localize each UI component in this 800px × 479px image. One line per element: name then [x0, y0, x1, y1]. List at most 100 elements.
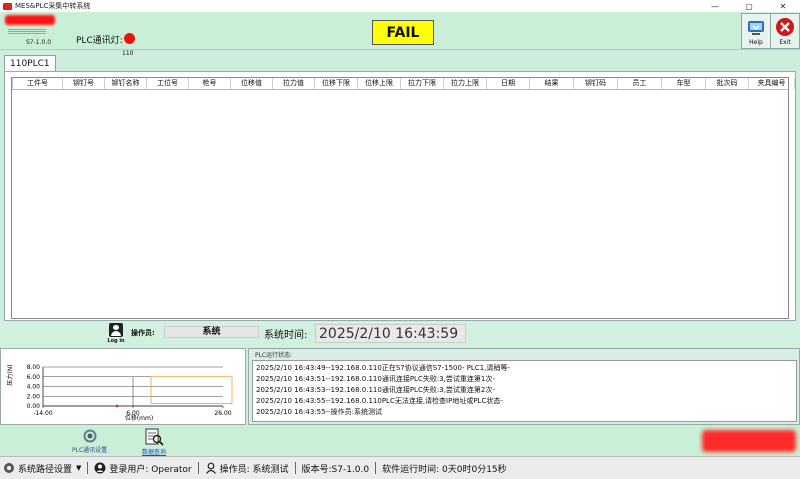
column-header[interactable]: 位移值	[231, 78, 273, 89]
divider	[294, 462, 296, 474]
operator-icon	[205, 462, 216, 474]
column-header[interactable]: 铆钉码	[574, 78, 618, 89]
gear-icon	[83, 429, 97, 443]
exit-button[interactable]: Exit	[770, 13, 800, 49]
chart-ylabel: 压力(N)	[6, 364, 14, 385]
column-header[interactable]: 拉力上限	[444, 78, 487, 89]
version-text: 版本号:S7-1.0.0	[301, 464, 370, 475]
log-line: 2025/2/10 16:43:55--操作员:系统测试	[256, 408, 382, 416]
column-header[interactable]: 车型	[662, 78, 706, 89]
column-header[interactable]: 铆钉名称	[105, 78, 147, 89]
document-search-icon	[145, 428, 164, 446]
data-query-label: 数据查询	[142, 449, 167, 456]
statusbar: 系统路径设置 ▼ 登录用户: Operator 操作员: 系统测试 版本号:S7…	[0, 456, 800, 479]
column-header[interactable]: 夹具编号	[749, 78, 795, 89]
window-title: MES&PLC采集中转系统	[15, 2, 91, 10]
login-label: Log in	[107, 338, 125, 344]
plc-light-code: 110	[122, 50, 134, 57]
app-icon	[3, 2, 12, 10]
data-point	[115, 404, 119, 408]
column-header[interactable]: 日期	[487, 78, 530, 89]
logo-graphic	[8, 29, 46, 35]
login-user-item: 登录用户: Operator	[91, 462, 194, 475]
operator-label: 操作员:	[131, 329, 155, 337]
y-tick-label: 4.00	[27, 384, 41, 391]
log-textbox[interactable]: 2025/2/10 16:43:49--192.168.0.110正在S7协议通…	[252, 360, 797, 422]
grid-header: 工件号 铆钉号 铆钉名称 工位号 枪号 位移值 拉力值 位移下限 位移上限 拉力…	[12, 78, 795, 90]
log-line: 2025/2/10 16:43:49--192.168.0.110正在S7协议通…	[256, 364, 510, 372]
log-line: 2025/2/10 16:43:51--192.168.0.110通讯连接PLC…	[256, 375, 495, 383]
divider	[197, 462, 199, 474]
maximize-button[interactable]: ▢	[732, 0, 766, 12]
path-settings-label: 系统路径设置	[18, 464, 73, 475]
operator-band: Log in 操作员: 系统 系统时间: 2025/2/10 16:43:59	[0, 321, 800, 347]
app-version: S7-1.0.0	[26, 39, 52, 46]
runtime-item: 软件运行时间: 0天0时0分15秒	[379, 462, 510, 475]
exit-label: Exit	[779, 39, 791, 46]
login-user-text: 登录用户: Operator	[109, 464, 192, 475]
column-header[interactable]: 工位号	[147, 78, 189, 89]
tools-band: PLC通讯设置 数据查询	[0, 425, 800, 456]
y-tick-label: 2.00	[27, 393, 41, 400]
divider	[375, 462, 377, 474]
runtime-text: 软件运行时间: 0天0时0分15秒	[382, 464, 507, 475]
limit-box	[150, 376, 233, 404]
column-header[interactable]: 拉力下限	[401, 78, 444, 89]
login-button[interactable]: Log in	[107, 323, 125, 345]
y-tick-label: 8.00	[27, 364, 41, 371]
y-tick-label: 0.00	[27, 403, 41, 410]
system-time-label: 系统时间:	[264, 330, 308, 341]
gear-icon	[4, 463, 14, 473]
column-header[interactable]: 员工	[618, 78, 662, 89]
grid-frame: 工件号 铆钉号 铆钉名称 工位号 枪号 位移值 拉力值 位移下限 位移上限 拉力…	[4, 71, 796, 321]
exit-icon	[776, 18, 794, 36]
x-tick-label: -14.00	[33, 410, 53, 417]
force-displacement-chart: 压力(N) 位移(mm) 8.00 6.00 4.00 2.00 0.00 -14.00 6…	[0, 348, 246, 425]
brand-logo	[702, 430, 796, 452]
plc-settings-label: PLC通讯设置	[72, 447, 108, 454]
data-query-button[interactable]: 数据查询	[142, 428, 166, 456]
column-header[interactable]: 工件号	[13, 78, 63, 89]
help-button[interactable]: Help	[741, 13, 771, 49]
tab-110plc1[interactable]: 110PLC1	[4, 55, 56, 72]
chevron-down-icon: ▼	[76, 464, 82, 472]
system-time-value: 2025/2/10 16:43:59	[315, 324, 466, 343]
help-icon	[748, 21, 764, 35]
column-header[interactable]: 枪号	[189, 78, 231, 89]
company-logo	[5, 15, 55, 25]
plc-log-panel: PLC运行状态: 2025/2/10 16:43:49--192.168.0.1…	[248, 348, 800, 425]
plc-status-light	[124, 33, 135, 44]
column-header[interactable]: 铆钉号	[63, 78, 105, 89]
column-header[interactable]: 位移上限	[358, 78, 401, 89]
column-header[interactable]: 拉力值	[273, 78, 315, 89]
version-item: 版本号:S7-1.0.0	[299, 462, 373, 475]
header-band: S7-1.0.0 PLC通讯灯: 110 FAIL Help Exit	[0, 12, 800, 57]
user-icon	[94, 462, 106, 474]
x-tick-label: 26.00	[214, 410, 231, 417]
operator-text: 操作员: 系统测试	[219, 464, 289, 475]
window-controls: — ▢ ✕	[698, 0, 800, 12]
operator-item: 操作员: 系统测试	[202, 462, 292, 475]
column-header[interactable]: 位移下限	[315, 78, 358, 89]
log-title: PLC运行状态:	[255, 352, 293, 359]
user-login-icon	[109, 323, 123, 337]
plc-light-label: PLC通讯灯:	[76, 36, 123, 46]
path-settings-dropdown[interactable]: 系统路径设置 ▼	[0, 462, 84, 475]
plc-tabstrip: 110PLC1	[4, 55, 56, 72]
help-label: Help	[749, 39, 763, 46]
chart-canvas: 压力(N) 位移(mm) 8.006.004.002.000.00-14.00 6…	[6, 364, 233, 422]
column-header[interactable]: 结果	[530, 78, 574, 89]
minimize-button[interactable]: —	[698, 0, 732, 12]
log-line: 2025/2/10 16:43:55--192.168.0.110PLC无法连接…	[256, 397, 503, 405]
plc-settings-button[interactable]: PLC通讯设置	[72, 428, 107, 454]
y-tick-label: 6.00	[27, 374, 41, 381]
data-grid[interactable]: 工件号 铆钉号 铆钉名称 工位号 枪号 位移值 拉力值 位移下限 位移上限 拉力…	[11, 77, 795, 319]
x-tick-label: 6.00	[126, 410, 140, 417]
connection-status-badge: FAIL	[372, 20, 434, 45]
column-header[interactable]: 批次码	[706, 78, 749, 89]
close-window-button[interactable]: ✕	[766, 0, 800, 12]
window-titlebar: MES&PLC采集中转系统 — ▢ ✕	[0, 0, 800, 12]
log-line: 2025/2/10 16:43:53--192.168.0.110通讯连接PLC…	[256, 386, 495, 394]
operator-value: 系统	[164, 326, 259, 338]
divider	[87, 462, 89, 474]
